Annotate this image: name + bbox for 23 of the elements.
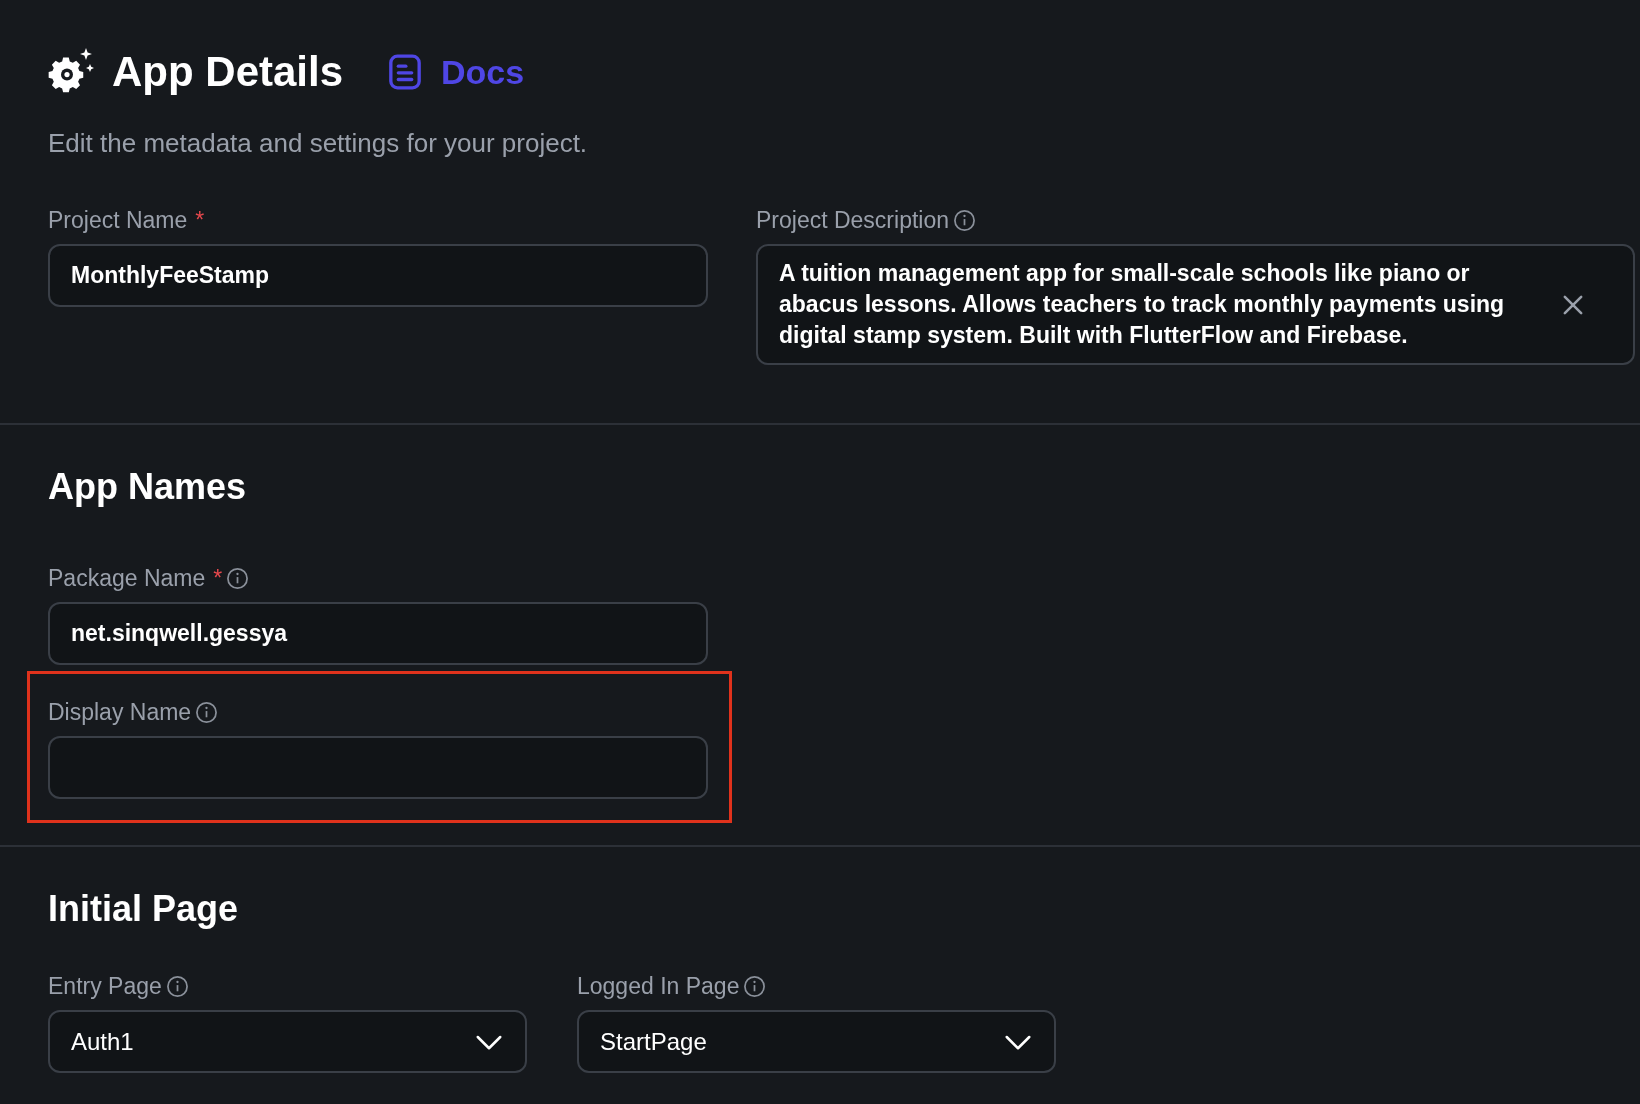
field-label: Display Name [48, 701, 192, 724]
section-title: App Names [48, 469, 248, 505]
required-asterisk: * [213, 567, 223, 590]
page-title: App Details [112, 51, 344, 93]
info-icon[interactable] [226, 567, 250, 590]
info-icon[interactable] [165, 975, 189, 998]
info-icon[interactable] [195, 701, 219, 724]
info-icon[interactable] [953, 209, 977, 232]
description-field[interactable]: A tuition management app for small-scale schools like piano or abacus lessons. Allows teachers to track monthly payments using digital stamp system. Built with FlutterFlow and Firebase. [756, 244, 1635, 365]
field-label: Project Name [48, 209, 188, 232]
required-asterisk: * [195, 209, 205, 232]
field-label: Project Description [756, 209, 950, 232]
field-label: Entry Page [48, 975, 162, 998]
field-label: Package Name [48, 567, 206, 590]
text-field[interactable] [48, 736, 708, 799]
dropdown[interactable]: StartPage [577, 1010, 1056, 1073]
field-label: Logged In Page [577, 975, 740, 998]
dropdown[interactable]: Auth1 [48, 1010, 527, 1073]
info-icon[interactable] [743, 975, 767, 998]
page-subtitle: Edit the metadata and settings for your project. [48, 127, 589, 160]
text-field[interactable]: MonthlyFeeStamp [48, 244, 708, 307]
text-field[interactable]: net.sinqwell.gessya [48, 602, 708, 665]
section-title: Initial Page [48, 891, 240, 927]
